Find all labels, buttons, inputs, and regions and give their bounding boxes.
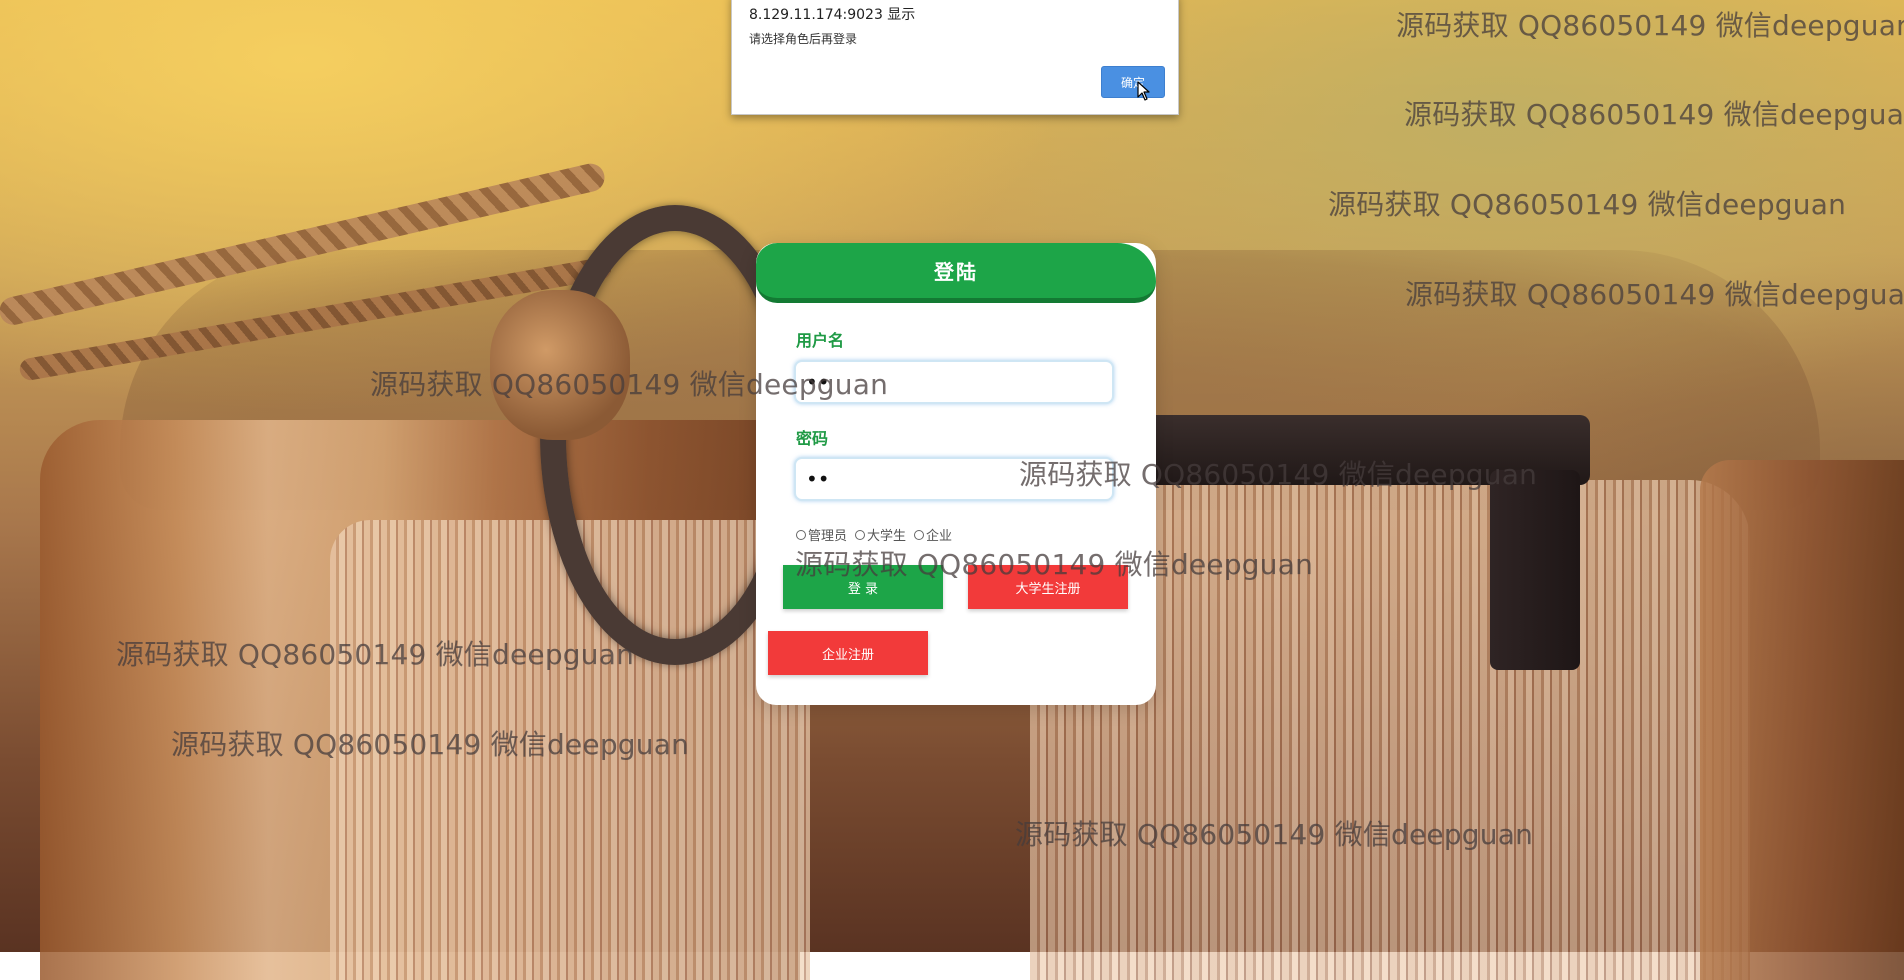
role-label-student: 大学生 — [867, 529, 907, 544]
role-label-company: 企业 — [926, 529, 953, 544]
role-radio-group: 管理员 大学生 企业 — [796, 525, 952, 544]
student-register-button[interactable]: 大学生注册 — [968, 565, 1128, 609]
password-label: 密码 — [796, 429, 829, 448]
role-option-admin[interactable]: 管理员 — [796, 525, 847, 544]
password-input[interactable]: •• — [794, 457, 1114, 501]
alert-dialog: 8.129.11.174:9023 显示 请选择角色后再登录 确定 — [731, 0, 1179, 115]
login-title: 登陆 — [756, 243, 1156, 303]
mouse-pointer-icon — [1137, 81, 1150, 101]
book-right-cover — [1700, 460, 1904, 980]
login-card: 登陆 用户名 •• 密码 •• 管理员 大学生 企业 登 录 大学生注册 企业注… — [756, 243, 1156, 705]
rope-knot — [490, 290, 630, 440]
username-label: 用户名 — [796, 331, 845, 350]
company-register-button[interactable]: 企业注册 — [768, 631, 928, 675]
key-bit — [1490, 470, 1580, 670]
role-option-student[interactable]: 大学生 — [855, 525, 906, 544]
role-label-admin: 管理员 — [808, 529, 848, 544]
radio-circle-icon[interactable] — [914, 529, 925, 540]
login-button[interactable]: 登 录 — [783, 565, 943, 609]
dialog-title: 8.129.11.174:9023 显示 — [749, 7, 916, 23]
username-input[interactable]: •• — [794, 360, 1114, 404]
radio-circle-icon[interactable] — [796, 529, 806, 540]
dialog-ok-button[interactable]: 确定 — [1101, 66, 1165, 98]
role-option-company[interactable]: 企业 — [914, 525, 952, 544]
dialog-message: 请选择角色后再登录 — [749, 32, 858, 46]
radio-circle-icon[interactable] — [855, 529, 866, 540]
